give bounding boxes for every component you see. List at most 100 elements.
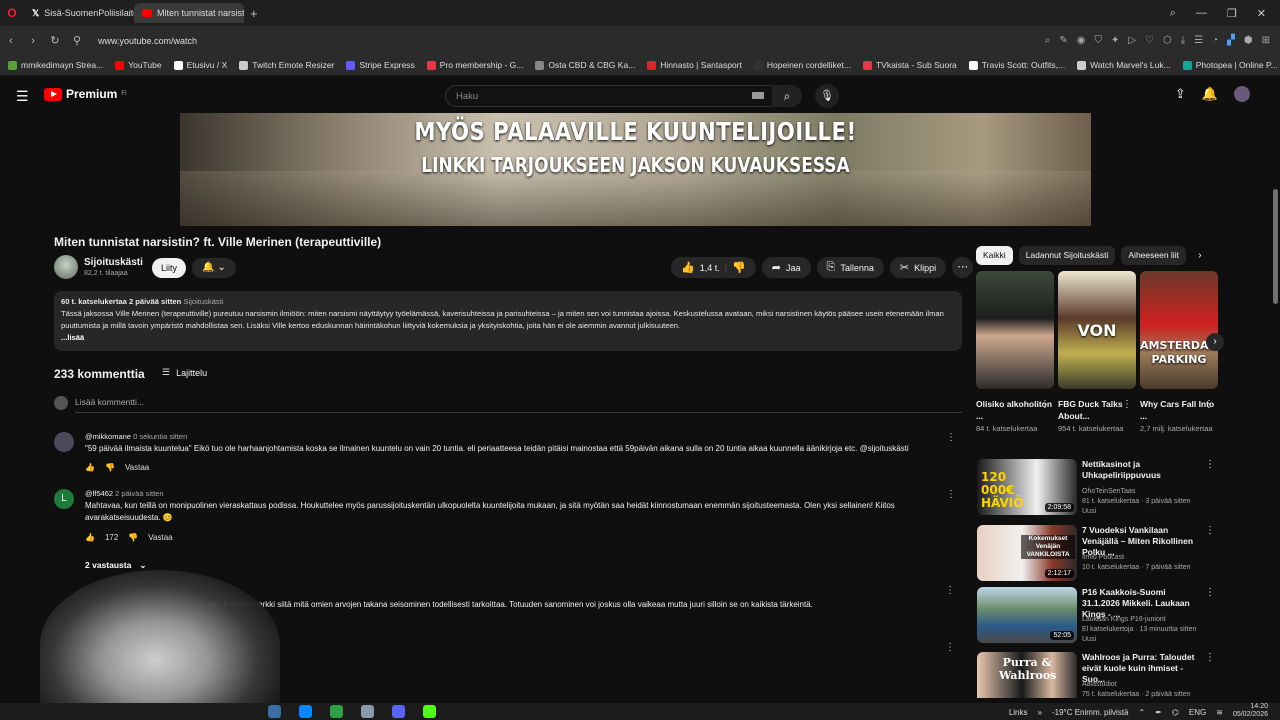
- more-icon[interactable]: ⋮: [1205, 587, 1215, 598]
- reload-icon[interactable]: ↻: [44, 34, 66, 47]
- bookmark-item[interactable]: Etusivu / X: [173, 60, 227, 70]
- chip-related[interactable]: Aiheeseen liit: [1121, 246, 1186, 265]
- camera-icon[interactable]: ◉: [1077, 35, 1086, 46]
- channel-avatar[interactable]: [54, 255, 78, 279]
- chip-uploaded-by-channel[interactable]: Ladannut Sijoituskästi: [1018, 246, 1116, 265]
- shield-icon[interactable]: ⛉: [1094, 35, 1102, 46]
- scrollbar-thumb[interactable]: [1273, 189, 1278, 304]
- page-scrollbar[interactable]: [1273, 114, 1278, 704]
- wifi-icon[interactable]: ≋: [1216, 708, 1223, 717]
- tab-youtube[interactable]: Miten tunnistat narsisti ✕: [134, 3, 244, 23]
- bookmark-item[interactable]: Pro membership - G...: [426, 60, 523, 70]
- like-button[interactable]: 👍 1,4 t. | 👎: [671, 257, 756, 278]
- upload-icon[interactable]: ⇪: [1175, 86, 1186, 102]
- bookmark-item[interactable]: Hopeinen cordelliket...: [753, 60, 851, 70]
- show-replies-button[interactable]: 2 vastausta ⌄: [85, 560, 146, 571]
- thumbs-up-icon[interactable]: 👍: [85, 463, 95, 472]
- comment-author[interactable]: @lf5462: [85, 489, 113, 498]
- more-icon[interactable]: ⋮: [1205, 459, 1215, 470]
- edge-icon[interactable]: [299, 705, 312, 718]
- short-card[interactable]: Olisiko alkoholiton ... 84 t. katseluker…: [976, 271, 1054, 434]
- thumbs-up-icon[interactable]: 👍: [85, 533, 95, 542]
- thumbs-down-icon[interactable]: 👎: [105, 463, 115, 472]
- twitch-icon[interactable]: ▞: [1227, 35, 1235, 46]
- save-button[interactable]: ⎘ Tallenna: [816, 257, 884, 278]
- more-icon[interactable]: ⋮: [1205, 652, 1215, 663]
- short-card[interactable]: VON FBG Duck Talks About... 954 t. katse…: [1058, 271, 1136, 434]
- short-card[interactable]: AMSTERDAM PARKING Why Cars Fall Into ...…: [1140, 271, 1218, 434]
- new-tab-button[interactable]: +: [244, 6, 264, 21]
- more-icon[interactable]: ⋮: [1205, 525, 1215, 536]
- clock[interactable]: 14.20 05/02/2026: [1233, 703, 1268, 719]
- minimize-icon[interactable]: —: [1196, 7, 1207, 19]
- extension-icon[interactable]: ✦: [1111, 35, 1119, 46]
- join-button[interactable]: Liity: [152, 258, 186, 278]
- chevron-icon[interactable]: »: [1038, 708, 1042, 717]
- search-tabs-icon[interactable]: ⌕: [1170, 7, 1176, 20]
- chip-all[interactable]: Kaikki: [976, 246, 1013, 265]
- discord-icon[interactable]: [392, 705, 405, 718]
- edit-icon[interactable]: ✎: [1059, 35, 1067, 46]
- maximize-icon[interactable]: ❐: [1227, 7, 1237, 20]
- chevron-right-icon[interactable]: ›: [1206, 333, 1224, 351]
- bookmark-item[interactable]: Photopea | Online P...: [1182, 60, 1278, 70]
- comment-author[interactable]: @mikkomane: [85, 432, 131, 441]
- profile-icon[interactable]: ◔: [1212, 35, 1218, 46]
- thumbs-down-icon[interactable]: 👎: [732, 261, 746, 274]
- close-window-icon[interactable]: ✕: [1257, 7, 1266, 20]
- site-info-icon[interactable]: ⚲: [66, 34, 88, 47]
- keyboard-icon[interactable]: [752, 92, 764, 99]
- opera-icon[interactable]: O: [0, 6, 24, 20]
- hashtag[interactable]: Sijoituskästi: [183, 297, 223, 306]
- channel-name[interactable]: Sijoituskästi: [84, 257, 143, 268]
- reply-button[interactable]: Vastaa: [148, 533, 172, 542]
- cube-icon[interactable]: ⬡: [1163, 35, 1172, 46]
- bookmark-item[interactable]: mmikedimayn Strea...: [8, 60, 103, 70]
- comment-time[interactable]: 0 sekuntia sitten: [133, 432, 187, 441]
- more-icon[interactable]: ⋮: [1040, 399, 1050, 410]
- app-icon[interactable]: [361, 705, 374, 718]
- tray-up-icon[interactable]: ⌃: [1139, 708, 1146, 717]
- youtube-logo[interactable]: Premium FI: [44, 87, 127, 101]
- share-button[interactable]: ➦ Jaa: [761, 257, 811, 278]
- pen-icon[interactable]: ✒: [1155, 708, 1162, 717]
- more-icon[interactable]: ⋮: [1204, 399, 1214, 410]
- app-icon[interactable]: [330, 705, 343, 718]
- language[interactable]: ENG: [1189, 708, 1206, 717]
- heart-icon[interactable]: ♡: [1145, 35, 1154, 46]
- bookmark-item[interactable]: Watch Marvel's Luk...: [1077, 60, 1171, 70]
- search-button[interactable]: ⌕: [772, 85, 802, 107]
- forward-icon[interactable]: ›: [22, 35, 44, 47]
- comment-menu-icon[interactable]: ⋮: [946, 432, 956, 443]
- back-icon[interactable]: ‹: [0, 35, 22, 47]
- bookmark-item[interactable]: YouTube: [115, 60, 162, 70]
- more-actions-icon[interactable]: ⋯: [952, 257, 974, 278]
- search-input[interactable]: Haku: [445, 85, 773, 107]
- bookmark-item[interactable]: Twitch Emote Resizer: [239, 60, 334, 70]
- play-icon[interactable]: ▷: [1128, 35, 1136, 46]
- menu-icon[interactable]: ☰: [1194, 35, 1203, 46]
- recommended-video[interactable]: Purra & Wahlroos Wahlroos ja Purra: Talo…: [977, 652, 1217, 698]
- commenter-avatar[interactable]: L: [54, 489, 74, 509]
- thumbs-down-icon[interactable]: 👎: [128, 533, 138, 542]
- recommended-video[interactable]: 52:05 P16 Kaakkois-Suomi 31.1.2026 Mikke…: [977, 587, 1217, 643]
- bookmark-item[interactable]: Stripe Express: [346, 60, 415, 70]
- tab-police[interactable]: 𝕏 Sisä-SuomenPoliisilaitos: [24, 3, 134, 23]
- network-icon[interactable]: ⌬: [1172, 708, 1179, 717]
- subscription-bell-button[interactable]: 🔔 ⌄: [192, 258, 236, 278]
- comment-menu-icon[interactable]: ⋮: [946, 489, 956, 500]
- download-icon[interactable]: ⤓: [1181, 35, 1185, 46]
- menu-icon[interactable]: ☰: [16, 88, 29, 105]
- chevron-right-icon[interactable]: ›: [1192, 246, 1208, 265]
- recommended-video[interactable]: 120 000€ HÄVIÖ 2:09:58 Nettikasinot ja U…: [977, 459, 1217, 515]
- video-description[interactable]: 60 t. katselukertaa 2 päivää sitten Sijo…: [54, 291, 962, 351]
- show-more-link[interactable]: ...lisää: [61, 332, 955, 344]
- search-icon[interactable]: ⌕: [1045, 35, 1051, 46]
- add-comment-input[interactable]: Lisää kommentti...: [75, 397, 962, 413]
- cube-icon[interactable]: ⬢: [1244, 35, 1253, 46]
- bookmark-item[interactable]: Hinnasto | Santasport: [647, 60, 742, 70]
- reply-button[interactable]: Vastaa: [125, 463, 149, 472]
- comment-time[interactable]: 2 päivää sitten: [115, 489, 163, 498]
- links-toolbar[interactable]: Links: [1009, 708, 1028, 717]
- notifications-bell-icon[interactable]: 🔔: [1202, 86, 1218, 102]
